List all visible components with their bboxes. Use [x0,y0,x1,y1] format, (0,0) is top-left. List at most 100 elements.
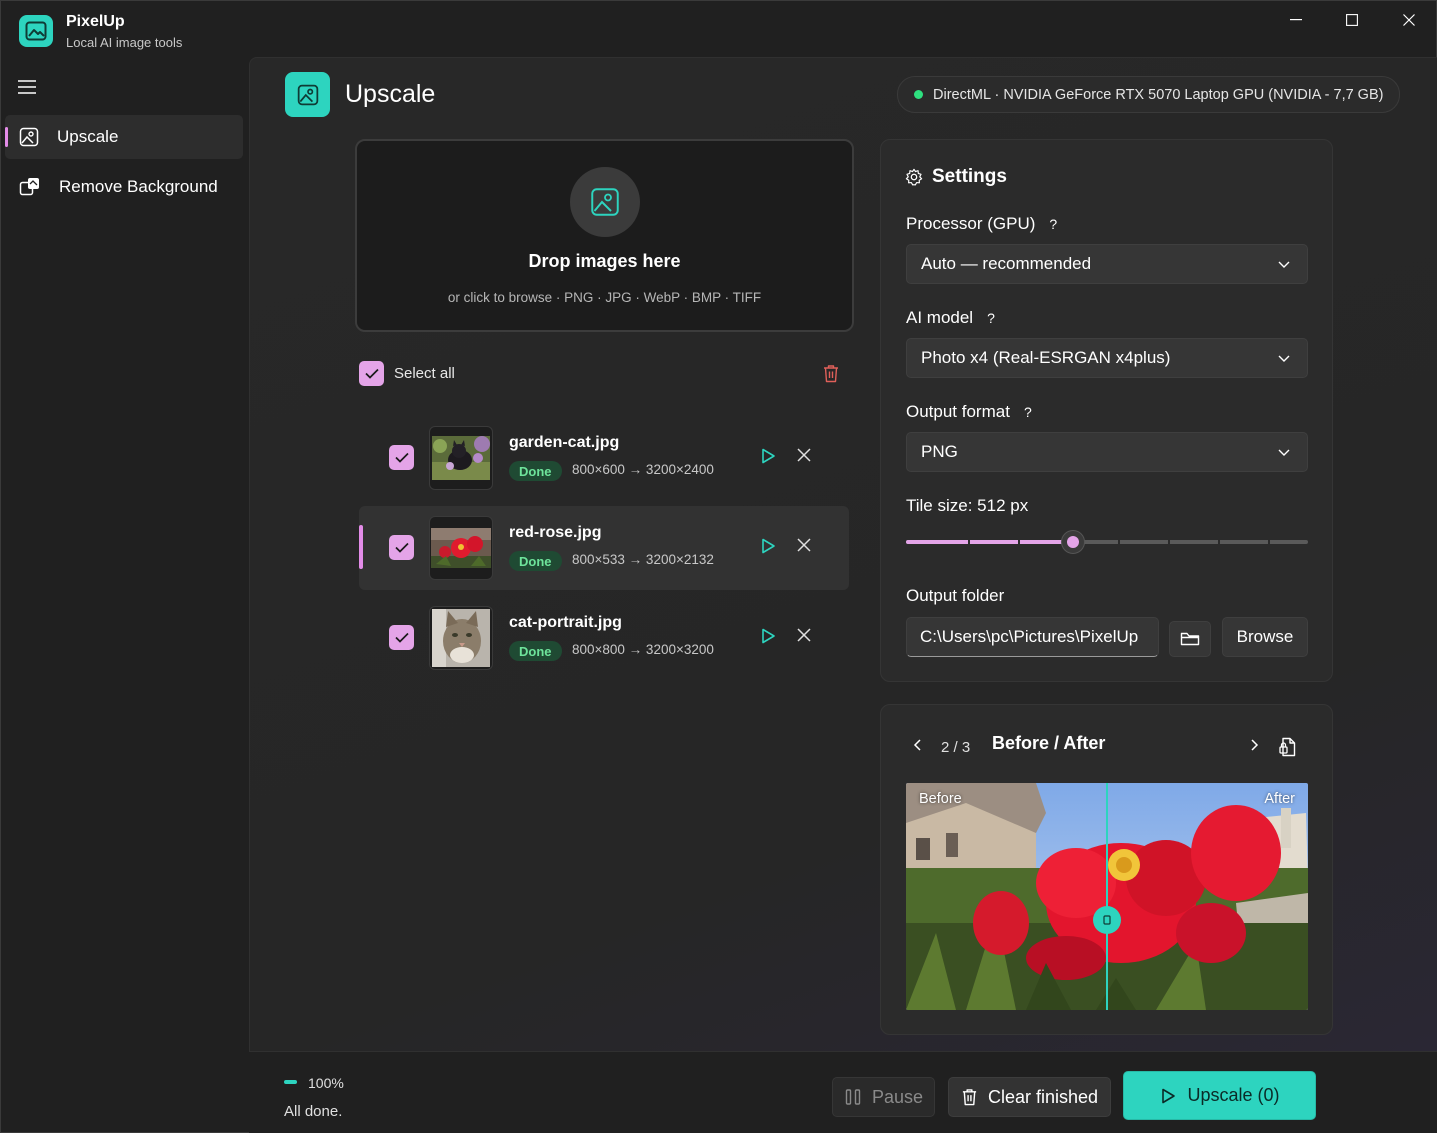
clear-finished-label: Clear finished [987,1086,1099,1107]
clear-finished-button[interactable]: Clear finished [948,1077,1111,1117]
menu-toggle-button[interactable] [17,79,39,97]
sidebar-item-label: Remove Background [59,177,218,196]
pause-label: Pause [871,1086,924,1107]
remove-item-button[interactable] [797,628,817,648]
tile-size-label: Tile size: 512 px [906,496,1029,515]
thumbnail-red-rose [429,516,493,580]
chevron-left-icon [913,739,921,751]
chevron-down-icon [1278,355,1290,362]
close-icon [1403,14,1415,26]
split-line [1106,783,1108,1010]
tile-size-slider[interactable] [906,530,1308,554]
image-icon [297,84,318,105]
item-checkbox[interactable] [389,445,414,470]
settings-title: Settings [932,166,1007,187]
processor-label: Processor (GPU)? [906,214,1057,234]
remove-item-button[interactable] [797,448,817,468]
browse-button[interactable]: Browse [1222,617,1308,657]
delete-selected-button[interactable] [822,364,842,384]
progress-indicator [284,1080,297,1084]
select-all[interactable]: Select all [359,361,455,386]
upscale-label: Upscale (0) [1187,1085,1280,1105]
image-icon [19,127,39,147]
slider-tick [1018,539,1020,545]
processor-select[interactable]: Auto — recommended [906,244,1308,284]
slider-fill [906,540,1073,544]
trash-icon [961,1088,978,1106]
process-item-button[interactable] [759,537,781,559]
upscale-button[interactable]: Upscale (0) [1123,1071,1316,1120]
gpu-status-badge: DirectML · NVIDIA GeForce RTX 5070 Lapto… [897,76,1401,113]
play-icon [762,538,775,554]
trash-icon [824,365,838,383]
pause-button[interactable]: Pause [832,1077,935,1117]
split-handle[interactable] [1093,906,1121,934]
output-folder-input[interactable]: C:\Users\pc\Pictures\PixelUp [906,617,1159,657]
remove-item-button[interactable] [797,538,817,558]
model-value: Photo x4 (Real-ESRGAN x4plus) [921,348,1171,367]
active-indicator [5,127,8,147]
status-badge: Done [509,461,562,481]
comparison-image[interactable]: Before After [906,783,1308,1010]
status-badge: Done [509,641,562,661]
file-dimensions: 800×800 → 3200×3200 [572,642,714,657]
item-checkbox[interactable] [389,535,414,560]
help-icon[interactable]: ? [1049,216,1057,232]
thumbnail-garden-cat [429,426,493,490]
minimize-icon [1290,19,1302,21]
open-file-button[interactable] [1279,737,1301,757]
previous-image-button[interactable] [911,738,927,754]
slider-thumb[interactable] [1061,530,1085,554]
format-value: PNG [921,442,958,461]
process-item-button[interactable] [759,627,781,649]
format-select[interactable]: PNG [906,432,1308,472]
queue-item-cat-portrait[interactable]: cat-portrait.jpg Done 800×800 → 3200×320… [359,596,849,680]
cat-photo-icon [432,436,490,480]
queue-item-red-rose[interactable]: red-rose.jpg Done 800×533 → 3200×2132 [359,506,849,590]
sidebar: Upscale Remove Background [1,57,249,1133]
open-folder-button[interactable] [1169,621,1211,657]
process-item-button[interactable] [759,447,781,469]
file-name: cat-portrait.jpg [509,614,622,631]
output-folder-label: Output folder [906,586,1005,605]
format-label-text: Output format [906,402,1010,421]
pause-icon [844,1088,862,1106]
rose-photo-icon [431,528,491,568]
image-counter: 2 / 3 [941,739,971,756]
image-icon [591,188,619,216]
close-window-button[interactable] [1381,1,1437,39]
minimize-button[interactable] [1268,1,1324,39]
file-dimensions: 800×600 → 3200×2400 [572,462,714,477]
chevron-right-icon [1251,739,1259,751]
play-icon [762,448,775,464]
progress-percent: 100% [308,1075,344,1091]
app-logo-icon [19,15,53,47]
close-icon [797,448,811,462]
help-icon[interactable]: ? [987,310,995,326]
item-checkbox[interactable] [389,625,414,650]
app-subtitle: Local AI image tools [66,35,183,50]
model-select[interactable]: Photo x4 (Real-ESRGAN x4plus) [906,338,1308,378]
play-icon [1159,1087,1177,1105]
next-image-button[interactable] [1247,738,1263,754]
status-text: All done. [284,1103,343,1120]
file-name: garden-cat.jpg [509,434,620,451]
page-title: Upscale [345,80,436,108]
maximize-button[interactable] [1324,1,1380,39]
sidebar-item-remove-background[interactable]: Remove Background [5,165,243,209]
queue-item-garden-cat[interactable]: garden-cat.jpg Done 800×600 → 3200×2400 [359,416,849,500]
close-icon [797,628,811,642]
image-dropzone[interactable]: Drop images here or click to browse · PN… [355,139,854,332]
checkmark-icon [394,452,409,463]
before-after-panel: 2 / 3 Before / After Before After [880,704,1333,1035]
main-content: Upscale DirectML · NVIDIA GeForce RTX 50… [249,57,1437,1051]
app-name: PixelUp [66,13,125,30]
slider-tick [968,539,970,545]
sidebar-item-upscale[interactable]: Upscale [5,115,243,159]
title-bar: PixelUp Local AI image tools [1,1,1436,57]
slider-tick [1268,539,1270,545]
help-icon[interactable]: ? [1024,404,1032,420]
file-export-icon [1279,737,1296,757]
compare-title: Before / After [992,733,1106,753]
select-all-checkbox[interactable] [359,361,384,386]
